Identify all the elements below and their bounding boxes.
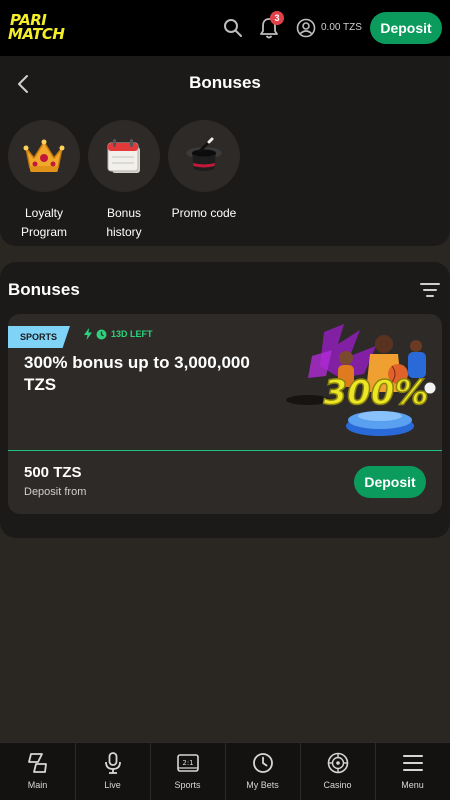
art-300-text: 300% <box>323 373 428 413</box>
bottom-navigation: Main Live 2:1 Sports My Bets Casino Menu <box>0 742 450 800</box>
tile-circle <box>168 120 240 192</box>
bonus-history-label: Bonus history <box>106 206 142 239</box>
nav-menu[interactable]: Menu <box>375 743 450 800</box>
magic-hat-icon <box>186 137 222 171</box>
scoreboard-icon: 2:1 <box>176 754 199 772</box>
clock-small-icon <box>96 329 107 339</box>
account-icon[interactable] <box>296 18 316 38</box>
sports-tag: SPORTS <box>8 326 70 348</box>
min-deposit-caption: Deposit from <box>24 486 87 498</box>
filter-icon[interactable] <box>419 281 441 299</box>
main-icon <box>27 753 47 773</box>
bonus-promo-art: 300% <box>286 324 437 436</box>
nav-separator <box>300 743 301 800</box>
bonuses-heading: Bonuses <box>8 280 80 299</box>
roulette-icon <box>327 752 348 774</box>
time-left-badge: 13D LEFT <box>84 328 153 340</box>
bonuses-header-panel: Bonuses Loyalty Program Bonus history Pr… <box>0 56 450 246</box>
promo-code-label: Promo code <box>171 206 237 220</box>
nav-main-label: Main <box>27 780 48 790</box>
calendar-icon <box>107 139 140 173</box>
crown-icon <box>23 139 65 172</box>
bonus-history-tile[interactable]: Bonus history <box>88 120 160 242</box>
nav-separator <box>75 743 76 800</box>
tile-circle <box>8 120 80 192</box>
bonuses-list-panel: Bonuses SPORTS 13D LEFT 300% bonus up to… <box>0 262 450 538</box>
balance-amount[interactable]: 0.00 TZS <box>321 22 362 33</box>
nav-casino-label: Casino <box>323 780 352 790</box>
bonus-title: 300% bonus up to 3,000,000 TZS <box>24 353 250 394</box>
loyalty-program-label: Loyalty Program <box>20 206 67 239</box>
nav-casino[interactable]: Casino <box>300 743 375 800</box>
nav-separator <box>225 743 226 800</box>
hamburger-icon <box>402 755 423 771</box>
tile-circle <box>88 120 160 192</box>
time-left-text: 13D LEFT <box>111 329 153 339</box>
nav-live[interactable]: Live <box>75 743 150 800</box>
card-divider <box>8 450 442 451</box>
nav-live-label: Live <box>104 780 121 790</box>
top-bar: PARI MATCH 3 0.00 TZS Deposit <box>0 0 450 56</box>
notification-badge: 3 <box>270 11 284 25</box>
microphone-icon <box>104 752 121 774</box>
nav-menu-label: Menu <box>401 780 424 790</box>
nav-separator <box>375 743 376 800</box>
page-title: Bonuses <box>189 73 261 92</box>
loyalty-program-tile[interactable]: Loyalty Program <box>8 120 80 242</box>
nav-my-bets[interactable]: My Bets <box>225 743 300 800</box>
logo-line-2: MATCH <box>8 25 65 43</box>
nav-my-bets-label: My Bets <box>246 780 279 790</box>
nav-sports-label: Sports <box>174 780 201 790</box>
svg-text:2:1: 2:1 <box>182 759 193 767</box>
search-icon[interactable] <box>222 17 244 39</box>
clock-icon <box>252 753 273 773</box>
nav-sports[interactable]: 2:1 Sports <box>150 743 225 800</box>
min-deposit-amount: 500 TZS <box>24 464 82 481</box>
header-deposit-button[interactable]: Deposit <box>370 12 442 44</box>
parimatch-logo[interactable]: PARI MATCH <box>8 13 98 43</box>
promo-code-tile[interactable]: Promo code <box>168 120 240 223</box>
bonus-card[interactable]: SPORTS 13D LEFT 300% bonus up to 3,000,0… <box>8 314 442 514</box>
nav-main[interactable]: Main <box>0 743 75 800</box>
nav-separator <box>150 743 151 800</box>
lightning-icon <box>84 328 92 340</box>
bonus-deposit-button[interactable]: Deposit <box>354 466 426 498</box>
